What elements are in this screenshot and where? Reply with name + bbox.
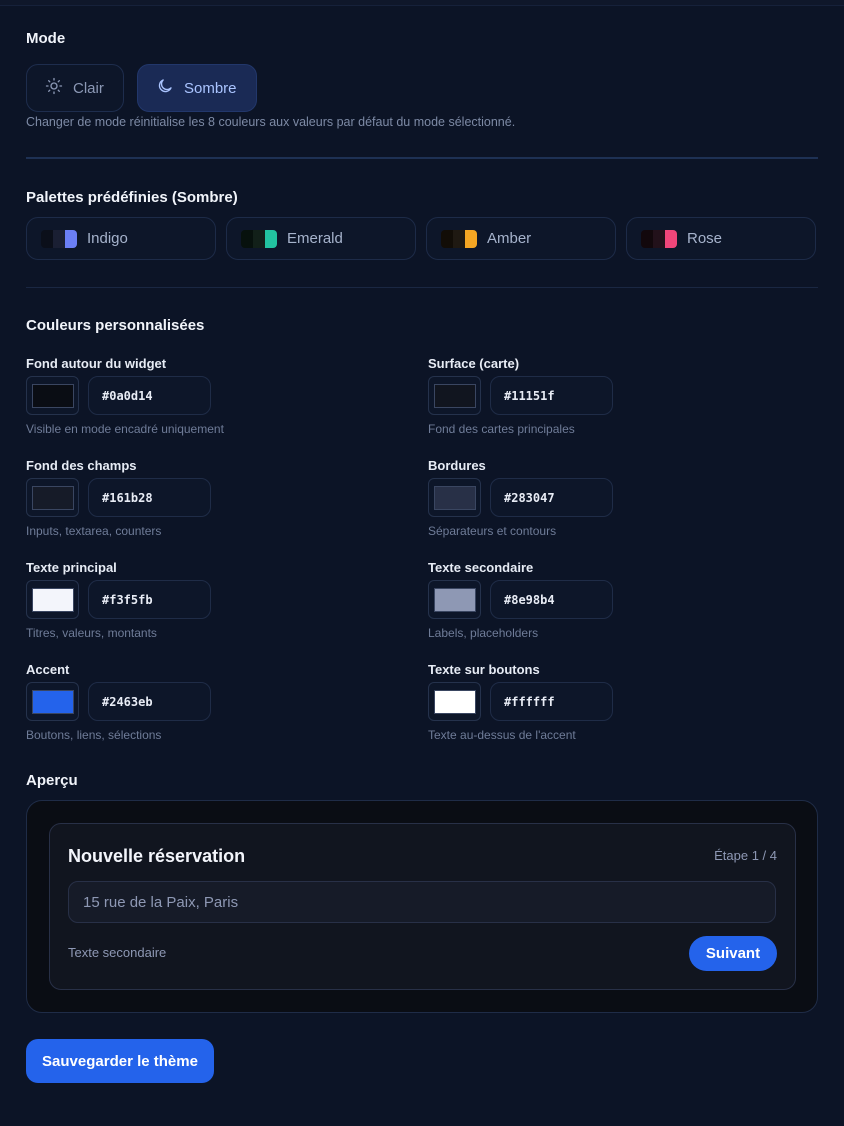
hex-input[interactable]: #8e98b4 xyxy=(490,580,613,619)
palette-emerald-button[interactable]: Emerald xyxy=(226,217,416,260)
palette-label: Indigo xyxy=(87,230,128,247)
divider xyxy=(26,157,818,159)
mode-dark-button[interactable]: Sombre xyxy=(137,64,257,112)
palette-label: Emerald xyxy=(287,230,343,247)
field-help: Texte au-dessus de l'accent xyxy=(428,728,576,742)
palette-swatch xyxy=(641,229,677,248)
field-label: Bordures xyxy=(428,458,486,473)
field-label: Accent xyxy=(26,662,70,677)
color-field-secondary-text: Texte secondaire #8e98b4 Labels, placeho… xyxy=(428,560,808,650)
color-picker[interactable] xyxy=(428,376,481,415)
preview-secondary-text: Texte secondaire xyxy=(68,945,167,960)
color-field-accent: Accent #2463eb Boutons, liens, sélection… xyxy=(26,662,406,752)
color-picker[interactable] xyxy=(26,478,79,517)
field-help: Séparateurs et contours xyxy=(428,524,557,538)
preview-card-title: Nouvelle réservation xyxy=(68,846,246,866)
palette-label: Amber xyxy=(487,230,532,247)
field-help: Boutons, liens, sélections xyxy=(26,728,162,742)
field-label: Texte secondaire xyxy=(428,560,534,575)
color-field-button-text: Texte sur boutons #ffffff Texte au-dessu… xyxy=(428,662,808,752)
color-picker[interactable] xyxy=(428,580,481,619)
mode-hint: Changer de mode réinitialise les 8 coule… xyxy=(26,115,516,129)
field-label: Fond des champs xyxy=(26,458,137,473)
mode-light-label: Clair xyxy=(73,79,104,97)
color-picker[interactable] xyxy=(26,376,79,415)
palette-label: Rose xyxy=(687,230,723,247)
mode-heading: Mode xyxy=(26,30,66,47)
color-picker[interactable] xyxy=(26,682,79,721)
palettes-heading: Palettes prédéfinies (Sombre) xyxy=(26,189,238,206)
hex-input[interactable]: #161b28 xyxy=(88,478,211,517)
color-picker[interactable] xyxy=(428,478,481,517)
field-help: Fond des cartes principales xyxy=(428,422,575,436)
preview-address-input[interactable]: 15 rue de la Paix, Paris xyxy=(68,881,776,923)
preview-heading: Aperçu xyxy=(26,772,78,789)
theme-editor-panel: Mode Clair Sombre Changer de mode réinit… xyxy=(0,6,844,1126)
moon-icon xyxy=(156,77,174,99)
hex-input[interactable]: #0a0d14 xyxy=(88,376,211,415)
palette-indigo-button[interactable]: Indigo xyxy=(26,217,216,260)
save-theme-button[interactable]: Sauvegarder le thème xyxy=(26,1039,214,1083)
color-picker[interactable] xyxy=(26,580,79,619)
mode-light-button[interactable]: Clair xyxy=(26,64,124,112)
palette-rose-button[interactable]: Rose xyxy=(626,217,816,260)
palette-swatch xyxy=(241,229,277,248)
palette-swatch xyxy=(441,229,477,248)
field-help: Visible en mode encadré uniquement xyxy=(26,422,224,436)
hex-input[interactable]: #2463eb xyxy=(88,682,211,721)
field-help: Labels, placeholders xyxy=(428,626,539,640)
preview-card: Nouvelle réservation Étape 1 / 4 15 rue … xyxy=(49,823,796,990)
color-picker[interactable] xyxy=(428,682,481,721)
preview-frame: Nouvelle réservation Étape 1 / 4 15 rue … xyxy=(26,800,818,1013)
color-field-borders: Bordures #283047 Séparateurs et contours xyxy=(428,458,808,548)
color-field-widget-bg: Fond autour du widget #0a0d14 Visible en… xyxy=(26,356,406,446)
hex-input[interactable]: #ffffff xyxy=(490,682,613,721)
divider xyxy=(26,287,818,288)
hex-input[interactable]: #11151f xyxy=(490,376,613,415)
palette-amber-button[interactable]: Amber xyxy=(426,217,616,260)
field-label: Fond autour du widget xyxy=(26,356,167,371)
custom-colors-heading: Couleurs personnalisées xyxy=(26,317,205,334)
palette-swatch xyxy=(41,229,77,248)
preview-step-indicator: Étape 1 / 4 xyxy=(714,848,777,863)
field-label: Texte sur boutons xyxy=(428,662,540,677)
field-label: Surface (carte) xyxy=(428,356,520,371)
hex-input[interactable]: #f3f5fb xyxy=(88,580,211,619)
field-label: Texte principal xyxy=(26,560,117,575)
hex-input[interactable]: #283047 xyxy=(490,478,613,517)
color-field-surface: Surface (carte) #11151f Fond des cartes … xyxy=(428,356,808,446)
color-field-input-bg: Fond des champs #161b28 Inputs, textarea… xyxy=(26,458,406,548)
field-help: Titres, valeurs, montants xyxy=(26,626,157,640)
preview-next-button[interactable]: Suivant xyxy=(689,936,777,971)
mode-dark-label: Sombre xyxy=(184,79,237,97)
sun-icon xyxy=(45,77,63,99)
color-field-primary-text: Texte principal #f3f5fb Titres, valeurs,… xyxy=(26,560,406,650)
field-help: Inputs, textarea, counters xyxy=(26,524,162,538)
